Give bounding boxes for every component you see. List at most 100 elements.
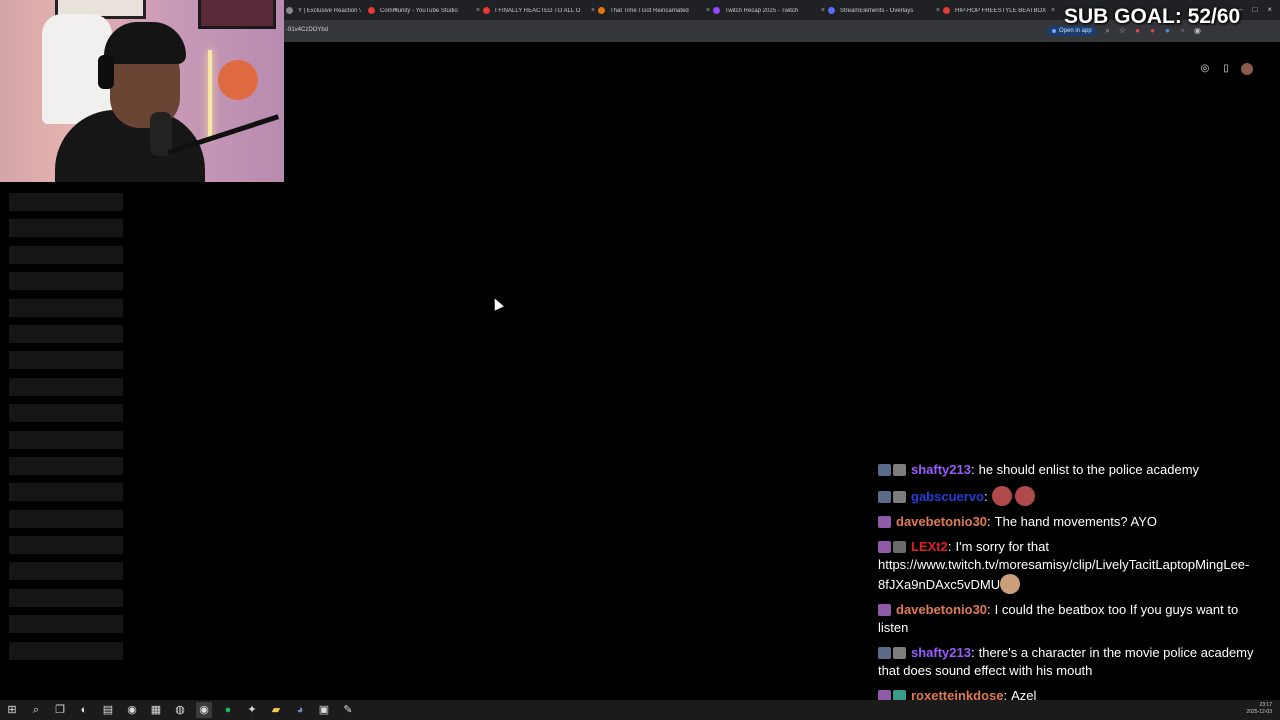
mobile-icon[interactable]: ▯ [1220,63,1232,75]
chat-message: davebetonio30: The hand movements? AYO [878,513,1268,531]
mouse-cursor [490,296,504,311]
webcam-overlay [0,0,284,182]
chat-username: shafty213 [911,645,971,660]
chat-separator: : [970,645,975,660]
discord-icon[interactable]: ◕ [292,702,308,718]
clock-date: 2025-12-03 [1246,709,1272,715]
maximize-icon[interactable]: □ [1252,5,1257,14]
loading-placeholder [9,245,123,264]
chrome-icon[interactable]: ◉ [124,702,140,718]
loading-placeholder [9,562,123,581]
chat-separator: : [987,602,991,617]
chat-badge-icon [878,491,891,503]
app-icon-4[interactable]: ✎ [340,702,356,718]
spotify-icon[interactable]: ● [220,702,236,718]
system-clock[interactable]: 23:17 2025-12-03 [1246,702,1272,716]
browser-tab[interactable]: StreamElements - Overlays × [828,3,940,18]
loading-placeholder [9,298,123,317]
loading-placeholder [9,588,123,607]
chat-message: shafty213: he should enlist to the police… [878,461,1268,479]
tab-title: Community - YouTube Studio [380,7,458,14]
edge-icon[interactable]: ◐ [76,702,92,718]
loading-placeholder [9,219,123,238]
tab-title: I FINALLY REACTED TO ALL O [495,7,581,14]
loading-placeholder [9,456,123,475]
loading-placeholder [9,536,123,555]
app-icon-3[interactable]: ▣ [316,702,332,718]
tab-favicon-icon [483,7,490,14]
tab-title: Twitch Recap 2025 - Twitch [725,7,799,14]
loading-placeholder [9,377,123,396]
sticky-notes-icon[interactable]: ▰ [268,702,284,718]
url-text[interactable]: -91v4CzDOYbd [286,27,328,33]
chat-badge-icon [893,541,906,553]
chat-emote-icon [1000,574,1021,594]
chat-message: gabscuervo: [878,486,1268,506]
loading-placeholder [9,430,123,449]
chat-badge-icon [893,647,906,659]
chat-badge-icon [893,464,906,476]
compass-icon[interactable]: ◎ [1199,63,1211,75]
chat-text: he should enlist to the police academy [978,462,1200,477]
chat-separator: : [987,514,991,529]
chat-badge-icon [878,516,891,528]
tab-close-icon[interactable]: × [1051,7,1055,14]
chat-username: davebetonio30 [896,602,988,617]
browser-tab[interactable]: Community - YouTube Studio × [368,3,480,18]
sub-goal-counter: SUB GOAL: 52/60 [1064,5,1241,28]
tab-close-icon[interactable]: × [476,7,480,14]
chat-username: shafty213 [911,462,971,477]
chat-badge-icon [878,604,891,616]
chat-username: gabscuervo [911,489,984,504]
browser-tab[interactable]: I FINALLY REACTED TO ALL O × [483,3,595,18]
tab-title: That Time I Got Reincarnated [610,7,689,14]
loading-placeholder [9,324,123,343]
windows-start-icon[interactable]: ⊞ [4,702,20,718]
browser-tab[interactable]: That Time I Got Reincarnated × [598,3,710,18]
streamer-beanie [104,22,186,64]
task-view-icon[interactable]: ❐ [52,702,68,718]
loading-placeholder [9,483,123,502]
close-window-icon[interactable]: × [1267,5,1272,14]
browser-tab[interactable]: Twitch Recap 2025 - Twitch × [713,3,825,18]
tab-favicon-icon [598,7,605,14]
wall-hat [218,60,258,100]
avatar[interactable] [1241,63,1253,75]
wall-poster [198,0,276,29]
lamp [208,50,212,140]
search-icon[interactable]: ⌕ [28,702,44,718]
tab-close-icon[interactable]: × [706,7,710,14]
loading-placeholder [9,351,123,370]
chat-separator: : [983,489,988,504]
page-header-icons: ◎ ▯ [1199,63,1253,75]
app-icon[interactable]: ▦ [148,702,164,718]
tab-close-icon[interactable]: × [821,7,825,14]
chat-message: LEXt2: I'm sorry for that https://www.twi… [878,538,1268,594]
chat-separator: : [947,539,952,554]
chat-badge-icon [893,491,906,503]
app-icon-2[interactable]: ✦ [244,702,260,718]
chrome-active-icon[interactable]: ◉ [196,702,212,718]
obs-icon[interactable]: ◍ [172,702,188,718]
taskbar: ⊞ ⌕ ❐ ◐ ▤ ◉ ▦ ◍ ◉ ● ✦ ▰ ◕ ▣ ✎ 23:17 2025-12-03 [0,700,1280,720]
tab-close-icon[interactable]: × [936,7,940,14]
chat-emote-icon [991,486,1012,506]
loading-placeholder [9,509,123,528]
tab-favicon-icon [368,7,375,14]
chat-username: LEXt2 [911,539,948,554]
tab-favicon-icon [286,7,293,14]
chat-message: davebetonio30: I could the beatbox too If… [878,601,1268,637]
file-explorer-icon[interactable]: ▤ [100,702,116,718]
chat-separator: : [970,462,975,477]
tab-close-icon[interactable]: × [591,7,595,14]
tab-title: HIP-HOP FREESTYLE BEATBOX [955,7,1047,14]
browser-tab[interactable]: HIP-HOP FREESTYLE BEATBOX × [943,3,1055,18]
tab-title: StreamElements - Overlays [840,7,914,14]
chat-overlay: shafty213: he should enlist to the police… [878,461,1268,712]
clock-time: 23:17 [1259,702,1272,708]
window-controls: – □ × [1238,5,1272,14]
chat-text: The hand movements? AYO [994,514,1158,529]
chat-message: shafty213: there's a character in the mov… [878,644,1268,680]
loading-placeholder [9,272,123,291]
headphones [98,55,114,89]
